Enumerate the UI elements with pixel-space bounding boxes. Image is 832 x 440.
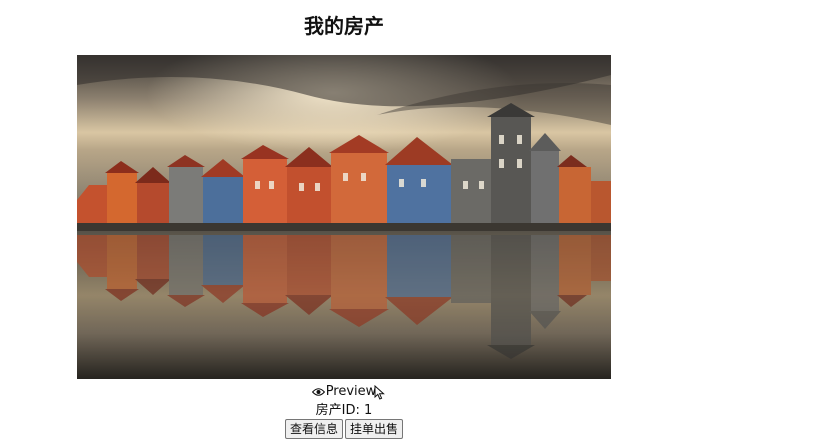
mouse-cursor-icon [374,385,385,400]
preview-row: Preview [77,383,611,401]
list-for-sale-button[interactable]: 挂单出售 [345,419,404,439]
page: 我的房产 Preview 房产ID: 1 查看信息 挂单出售 [0,0,832,440]
page-title: 我的房产 [304,14,384,38]
property-photo [77,55,611,379]
action-buttons: 查看信息 挂单出售 [77,419,611,439]
view-info-button[interactable]: 查看信息 [284,419,343,439]
eye-icon [311,388,325,396]
preview-link[interactable]: Preview [311,383,377,401]
preview-label: Preview [325,384,377,399]
property-id: 房产ID: 1 [315,403,373,418]
